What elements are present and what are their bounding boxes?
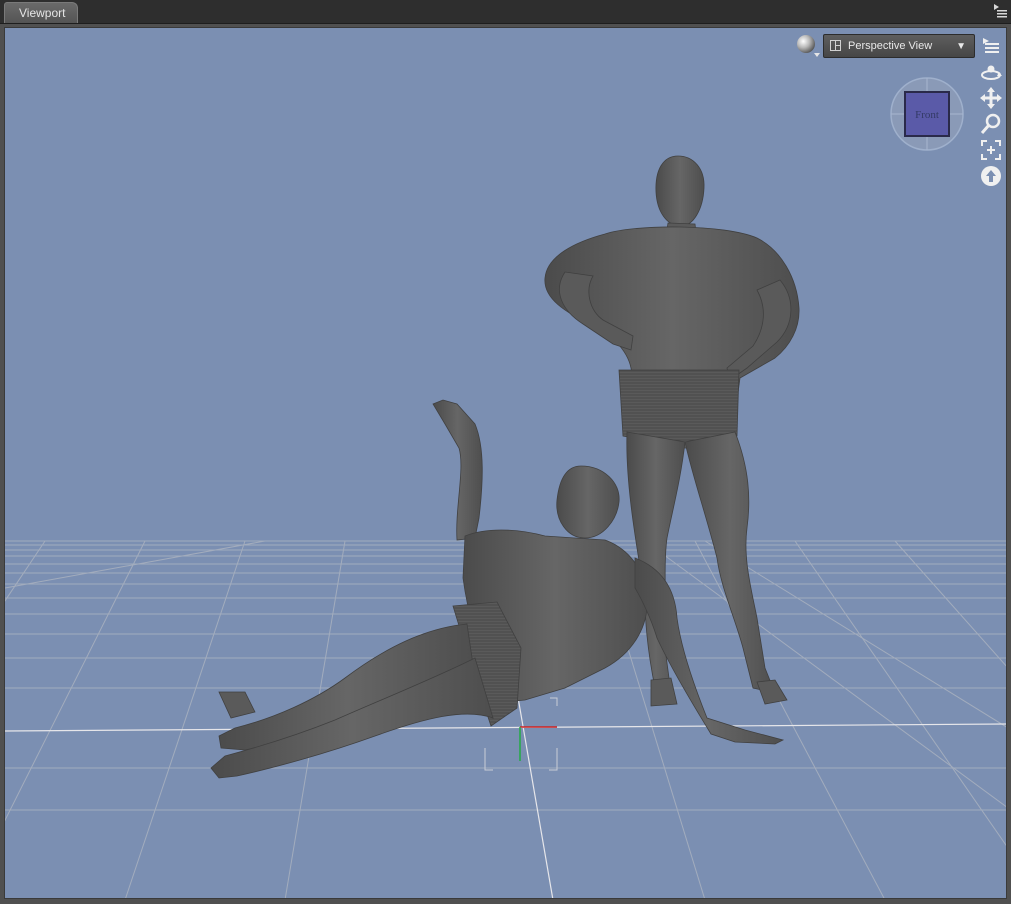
orbit-icon[interactable]: [979, 60, 1003, 84]
ground-axis-line: [5, 723, 1006, 732]
view-layout-icon: [830, 40, 841, 51]
view-cube-face-label: Front: [915, 109, 939, 121]
panel-options-icon[interactable]: [992, 2, 1008, 18]
viewport-tab[interactable]: Viewport: [4, 2, 78, 23]
view-select-label: Perspective View: [848, 40, 933, 52]
scene-render: [5, 155, 1006, 898]
view-cube[interactable]: Front: [889, 76, 965, 152]
pan-icon[interactable]: [979, 86, 1003, 110]
draw-style-sphere-icon[interactable]: [795, 33, 821, 59]
viewport-menu-icon[interactable]: [979, 34, 1003, 58]
viewport-canvas[interactable]: Perspective View ▼ Front: [4, 27, 1007, 899]
panel-tab-bar: Viewport: [0, 0, 1011, 24]
view-select-dropdown[interactable]: Perspective View ▼: [823, 34, 975, 58]
bank-icon[interactable]: [979, 164, 1003, 188]
frame-selection-icon[interactable]: [979, 138, 1003, 162]
zoom-icon[interactable]: [979, 112, 1003, 136]
chevron-down-icon: ▼: [956, 41, 966, 52]
viewport-frame: Perspective View ▼ Front: [0, 24, 1011, 904]
